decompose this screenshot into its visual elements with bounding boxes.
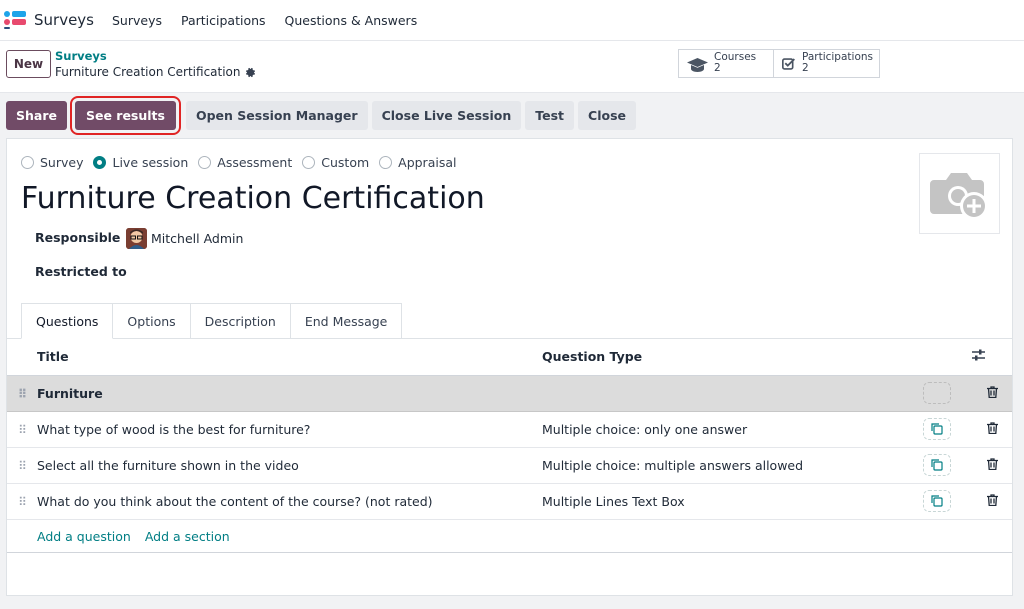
breadcrumb-current-label: Furniture Creation Certification — [55, 65, 241, 79]
radio-label: Survey — [40, 155, 84, 170]
trash-icon[interactable] — [986, 457, 998, 470]
copy-icon[interactable] — [923, 490, 951, 512]
smart-buttons: Courses 2 Participations 2 — [678, 49, 880, 78]
radio-button[interactable] — [302, 156, 316, 169]
radio-button[interactable] — [379, 156, 393, 169]
trash-icon[interactable] — [986, 493, 998, 506]
responsible-label: Responsible — [35, 230, 121, 245]
user-avatar — [126, 228, 147, 249]
app-title[interactable]: Surveys — [34, 11, 94, 29]
breadcrumb-parent[interactable]: Surveys — [55, 49, 107, 63]
form-sheet: Survey Live session Assessment Custom Ap… — [6, 138, 1013, 596]
drag-handle-icon[interactable]: ⠿ — [18, 423, 27, 437]
test-button[interactable]: Test — [525, 101, 575, 130]
survey-title[interactable]: Furniture Creation Certification — [21, 181, 485, 216]
menu-participations[interactable]: Participations — [181, 13, 266, 28]
tab-options[interactable]: Options — [112, 303, 191, 339]
trash-icon[interactable] — [986, 421, 998, 434]
participations-label: Participations — [801, 51, 873, 63]
responsible-name: Mitchell Admin — [151, 231, 244, 246]
questions-table: Title Question Type ⠿ Furniture ⠿ What t… — [7, 339, 1012, 520]
participations-smart-button[interactable]: Participations 2 — [773, 50, 879, 77]
responsible-field[interactable]: Mitchell Admin — [126, 228, 243, 249]
add-section-link[interactable]: Add a section — [145, 529, 230, 544]
courses-count: 2 — [714, 62, 721, 74]
add-links: Add a question Add a section — [37, 529, 230, 544]
column-title[interactable]: Title — [37, 339, 542, 376]
radio-survey[interactable]: Survey — [21, 155, 83, 170]
copy-placeholder — [923, 382, 951, 404]
breadcrumb-current: Furniture Creation Certification — [55, 65, 256, 79]
optional-columns-toggle[interactable] — [972, 339, 1012, 376]
participations-count: 2 — [801, 62, 809, 74]
radio-label: Appraisal — [398, 155, 457, 170]
radio-label: Live session — [112, 155, 189, 170]
radio-button[interactable] — [21, 156, 34, 169]
radio-appraisal[interactable]: Appraisal — [379, 155, 456, 170]
graduation-cap-icon — [687, 58, 708, 72]
checkbox-icon — [782, 58, 795, 70]
handle-header — [7, 339, 37, 376]
table-row[interactable]: ⠿ What type of wood is the best for furn… — [7, 411, 1012, 448]
survey-type-radio-group: Survey Live session Assessment Custom Ap… — [21, 155, 456, 170]
control-panel: New Surveys Furniture Creation Certifica… — [0, 41, 1024, 93]
share-button[interactable]: Share — [6, 101, 67, 130]
radio-assessment[interactable]: Assessment — [198, 155, 292, 170]
copy-icon[interactable] — [923, 454, 951, 476]
table-row[interactable]: ⠿ Select all the furniture shown in the … — [7, 447, 1012, 484]
camera-add-icon — [929, 172, 988, 220]
menu-surveys[interactable]: Surveys — [112, 13, 162, 28]
row-title[interactable]: Select all the furniture shown in the vi… — [37, 447, 542, 484]
courses-smart-button[interactable]: Courses 2 — [679, 50, 773, 77]
trash-icon[interactable] — [986, 385, 998, 398]
row-title[interactable]: What do you think about the content of t… — [37, 483, 542, 520]
radio-live-session[interactable]: Live session — [93, 155, 188, 170]
see-results-button[interactable]: See results — [69, 96, 181, 135]
surveys-app-icon[interactable] — [4, 11, 26, 29]
open-session-manager-button[interactable]: Open Session Manager — [185, 101, 368, 130]
gear-icon[interactable] — [245, 67, 256, 78]
image-upload[interactable] — [919, 153, 1000, 234]
status-bar: Share See results Open Session Manager C… — [0, 93, 1024, 138]
notebook-tabs: Questions Options Description End Messag… — [21, 303, 403, 339]
copy-header — [902, 339, 972, 376]
tab-description[interactable]: Description — [189, 303, 291, 339]
row-type: Multiple Lines Text Box — [542, 483, 902, 520]
drag-handle-icon[interactable]: ⠿ — [18, 387, 27, 401]
radio-custom[interactable]: Custom — [302, 155, 369, 170]
radio-label: Custom — [321, 155, 370, 170]
table-footer-divider — [7, 552, 1012, 553]
copy-icon[interactable] — [923, 418, 951, 440]
row-type: Multiple choice: multiple answers allowe… — [542, 447, 902, 484]
sliders-icon[interactable] — [972, 349, 985, 361]
menu-questions-answers[interactable]: Questions & Answers — [285, 13, 418, 28]
top-navbar: Surveys Surveys Participations Questions… — [0, 0, 1024, 41]
radio-button[interactable] — [198, 156, 212, 169]
restricted-to-label: Restricted to — [35, 264, 127, 279]
close-button[interactable]: Close — [578, 101, 636, 130]
row-title[interactable]: Furniture — [37, 375, 542, 412]
drag-handle-icon[interactable]: ⠿ — [18, 495, 27, 509]
drag-handle-icon[interactable]: ⠿ — [18, 459, 27, 473]
column-question-type[interactable]: Question Type — [542, 339, 902, 376]
row-type — [542, 375, 902, 412]
table-row-section[interactable]: ⠿ Furniture — [7, 375, 1012, 412]
add-question-link[interactable]: Add a question — [37, 529, 131, 544]
tab-end-message[interactable]: End Message — [289, 303, 403, 339]
new-button[interactable]: New — [6, 50, 51, 78]
row-title[interactable]: What type of wood is the best for furnit… — [37, 411, 542, 448]
table-header-row: Title Question Type — [7, 339, 1012, 376]
radio-button[interactable] — [93, 156, 107, 169]
row-type: Multiple choice: only one answer — [542, 411, 902, 448]
tab-questions[interactable]: Questions — [21, 303, 114, 339]
close-live-session-button[interactable]: Close Live Session — [371, 101, 522, 130]
radio-label: Assessment — [217, 155, 293, 170]
table-row[interactable]: ⠿ What do you think about the content of… — [7, 483, 1012, 520]
